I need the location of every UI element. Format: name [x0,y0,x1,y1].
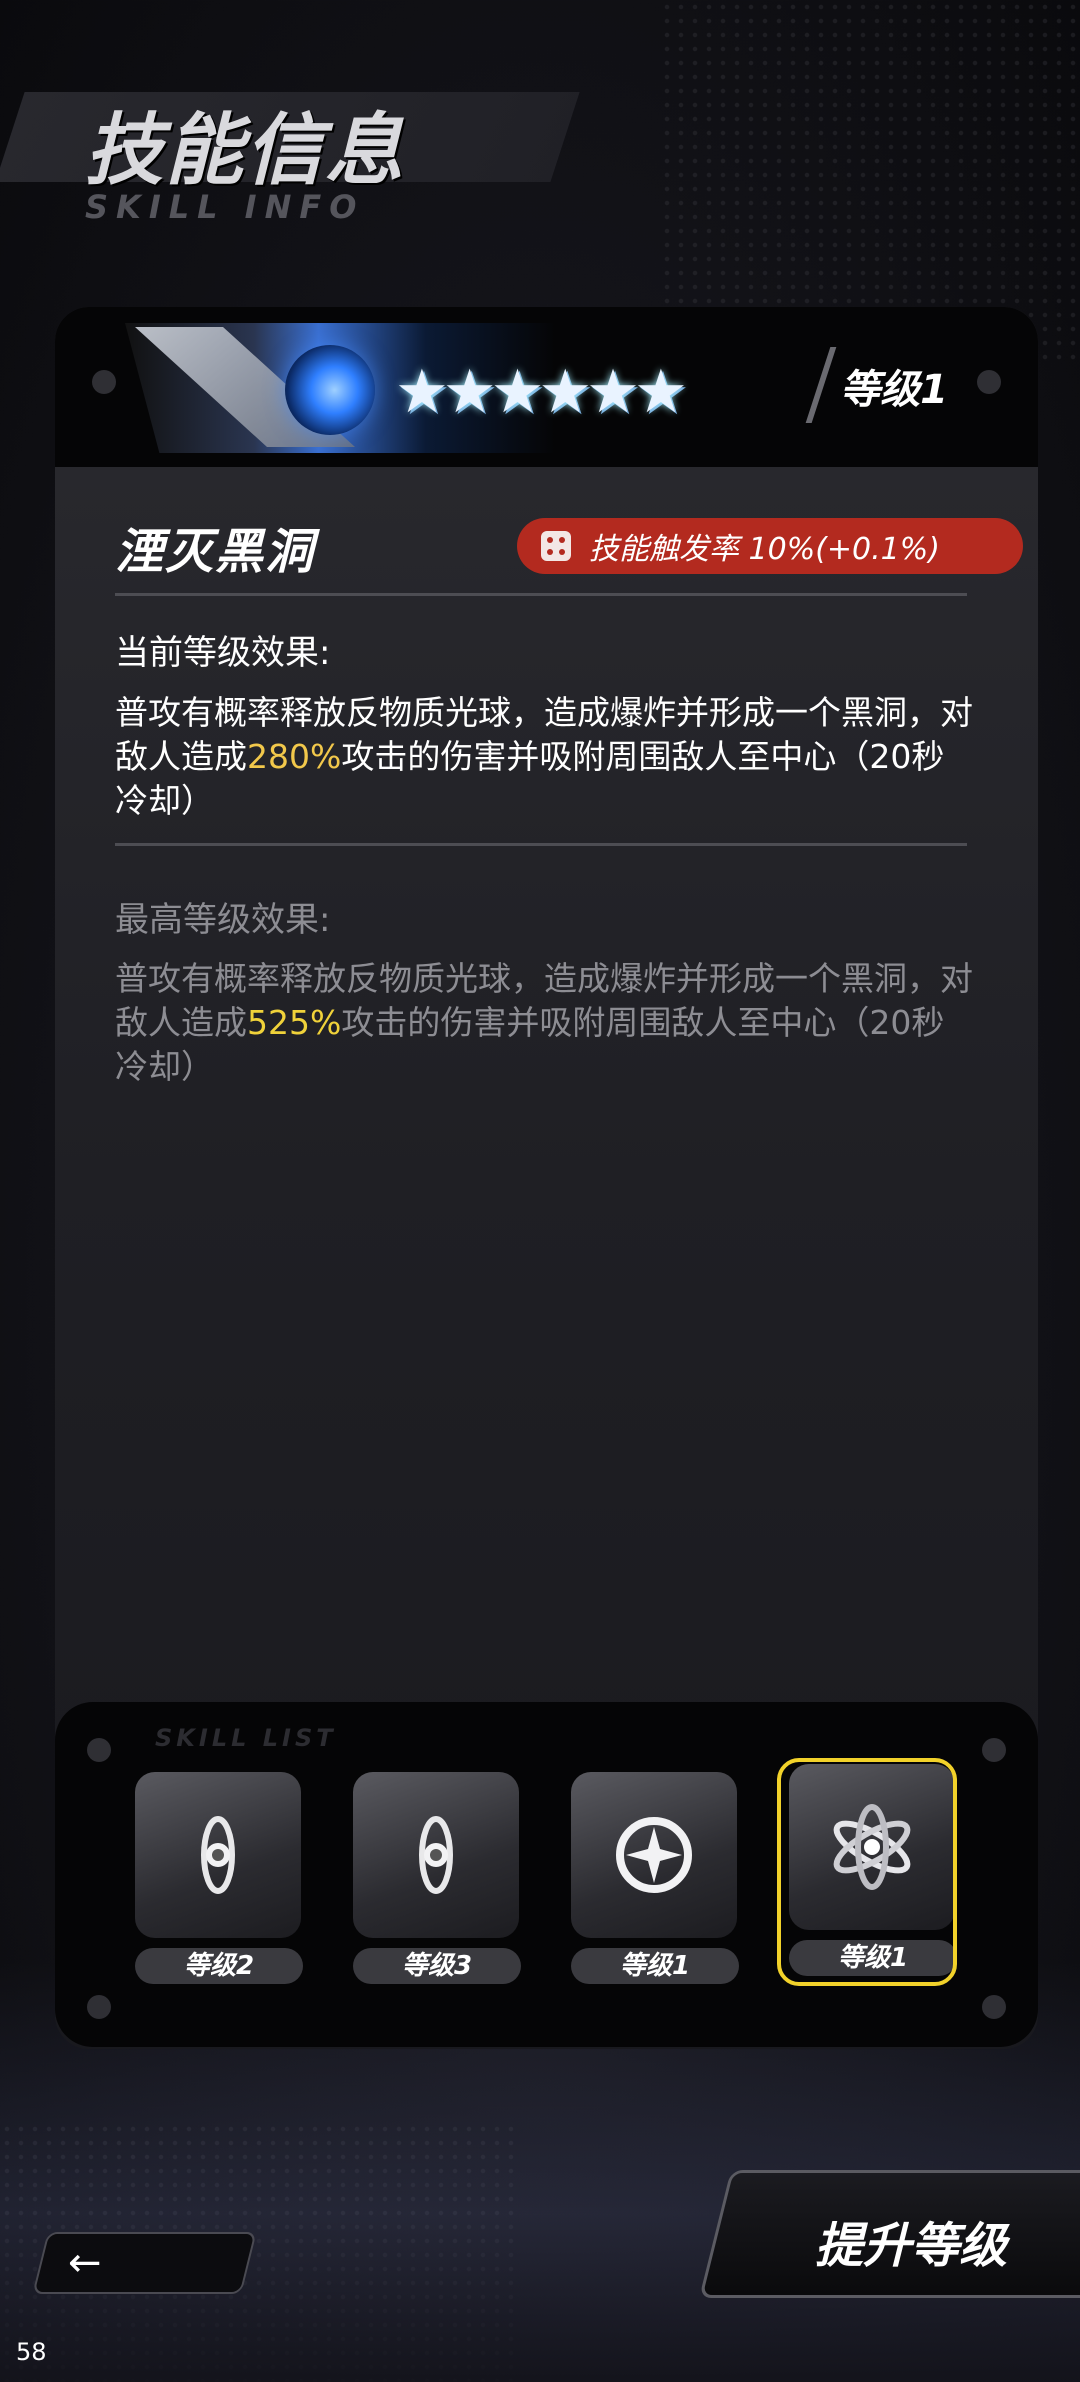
trigger-rate-badge: 技能触发率 10%(+0.1%) [517,518,1023,574]
decor-dot [977,370,1001,394]
max-effect-text: 普攻有概率释放反物质光球，造成爆炸并形成一个黑洞，对敌人造成525%攻击的伤害并… [115,959,973,1086]
decor-dot [87,1995,111,2019]
skill-level: 等级1 [840,367,948,413]
divider-slash [805,347,837,423]
spiral-orb-icon [353,1772,519,1938]
star-ring-icon [571,1772,737,1938]
upgrade-button-label[interactable]: 提升等级 [815,2206,1007,2276]
current-damage-value: 280% [247,737,342,776]
skill-list-label: SKILL LIST [155,1724,337,1752]
dice-icon [541,531,571,561]
decor-dot [982,1995,1006,2019]
weapon-core [285,345,375,435]
decor-dot [982,1738,1006,1762]
back-button[interactable] [32,2232,257,2294]
star-rating: ★★★★★★ [395,357,688,427]
skill-slot[interactable]: 等级3 [353,1772,521,1984]
divider [115,593,967,596]
skill-slot[interactable]: 等级2 [135,1772,303,1984]
max-effect-heading: 最高等级效果: [115,900,331,940]
skill-slot-level: 等级1 [571,1948,739,1984]
skill-banner: ★★★★★★ 等级1 [55,307,1038,467]
background-pattern [660,0,1080,360]
skill-slot-level: 等级3 [353,1948,521,1984]
page-title: 技能信息 [85,106,406,196]
current-effect-heading: 当前等级效果: [115,633,331,673]
max-damage-value: 525% [247,1003,342,1042]
decor-dot [92,370,116,394]
spiral-orb-icon [135,1772,301,1938]
page-subtitle: SKILL INFO [85,188,365,226]
trigger-rate-text: 技能触发率 10%(+0.1%) [589,532,940,567]
skill-list-bar: SKILL LIST 等级2 等级3 等级1 等级1 [55,1702,1038,2047]
skill-slot[interactable]: 等级1 [571,1772,739,1984]
skill-slot-level: 等级2 [135,1948,303,1984]
fps-counter: 58 [16,2338,47,2366]
current-effect-text: 普攻有概率释放反物质光球，造成爆炸并形成一个黑洞，对敌人造成280%攻击的伤害并… [115,693,973,820]
skill-name: 湮灭黑洞 [115,524,316,580]
back-arrow-icon[interactable]: ← [68,2240,102,2286]
decor-dot [87,1738,111,1762]
selection-frame [777,1758,957,1986]
skill-slot-selected[interactable]: 等级1 [777,1758,957,1986]
divider [115,843,967,846]
